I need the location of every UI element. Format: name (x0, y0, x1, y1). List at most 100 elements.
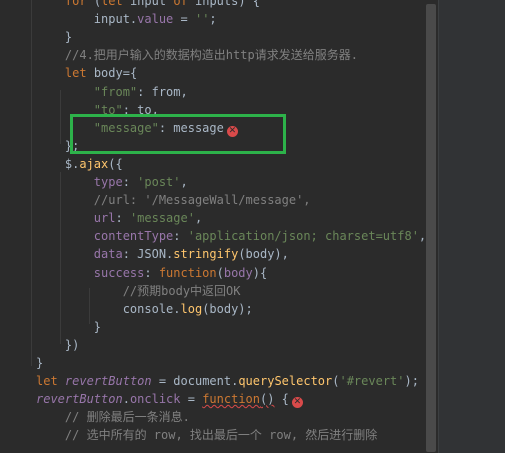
code-token: //预期body中返回OK (36, 284, 241, 298)
code-token: querySelector (238, 374, 333, 388)
code-token: type (93, 175, 123, 189)
code-token: 'message' (129, 211, 195, 225)
code-line[interactable]: //预期body中返回OK (36, 282, 241, 300)
code-token: "from" (93, 85, 138, 99)
code-token: = (173, 12, 195, 26)
code-line[interactable]: "from": from, (36, 83, 188, 101)
indent-guide (31, 0, 32, 366)
code-token: (body), (238, 247, 289, 261)
side-panel (438, 0, 505, 453)
code-token: = (180, 392, 203, 406)
code-token: data (93, 247, 123, 261)
code-token: body={ (86, 66, 138, 80)
code-token: ; (209, 12, 217, 26)
code-token: : (144, 266, 159, 280)
code-line[interactable]: // 选中所有的 row, 找出最后一个 row, 然后进行删除 (36, 426, 377, 444)
code-token: } (36, 356, 44, 370)
code-token: url (93, 211, 116, 225)
code-token: ){ (252, 266, 268, 280)
code-line[interactable]: } (36, 28, 72, 46)
code-line[interactable]: url: 'message', (36, 209, 202, 227)
code-token: ( (216, 266, 224, 280)
code-token: revertButton (36, 392, 123, 406)
code-token: , (180, 175, 188, 189)
code-line[interactable]: console.log(body); (36, 300, 253, 318)
code-token: let (36, 374, 58, 388)
code-line[interactable]: contentType: 'application/json; charset=… (36, 227, 424, 245)
code-token: //url: '/MessageWall/message', (36, 193, 311, 207)
code-token: ( (86, 0, 102, 8)
code-token: //4.把用户输入的数据构造出http请求发送给服务器. (36, 48, 358, 62)
code-token: . (122, 392, 130, 406)
code-line[interactable]: } (36, 318, 101, 336)
code-token: inputs) { (187, 0, 261, 8)
code-token: success (93, 266, 145, 280)
code-line[interactable]: //url: '/MessageWall/message', (36, 191, 311, 209)
code-token: onclick (129, 392, 181, 406)
code-token: 'post' (137, 175, 181, 189)
code-token: console. (36, 302, 181, 316)
code-line[interactable]: input.value = ''; (36, 10, 217, 28)
code-token: : from, (137, 85, 188, 99)
code-editor[interactable]: for (let input of inputs) { input.value … (0, 0, 424, 453)
code-line[interactable]: //4.把用户输入的数据构造出http请求发送给服务器. (36, 46, 358, 64)
code-line[interactable]: }) (36, 336, 79, 354)
error-icon[interactable]: ✕ (291, 397, 303, 408)
code-line[interactable]: let revertButton = document.querySelecto… (36, 372, 419, 390)
code-token: for (64, 0, 87, 8)
code-line[interactable]: } (36, 354, 43, 372)
code-token: () (260, 392, 275, 406)
code-token: of (173, 0, 188, 8)
code-line[interactable]: revertButton.onclick = function() {✕ (36, 390, 303, 408)
code-token: let (101, 0, 123, 8)
code-line[interactable]: type: 'post', (36, 173, 188, 191)
scroll-thumb[interactable] (426, 4, 436, 452)
code-token: ajax (79, 157, 109, 171)
code-token: // 删除最后一条消息. (36, 410, 190, 424)
code-token: } (36, 30, 73, 44)
code-token: input. (36, 12, 138, 26)
code-line[interactable]: success: function(body){ (36, 264, 267, 282)
code-token: ({ (108, 157, 123, 171)
code-token: value (137, 12, 174, 26)
code-token: } (36, 320, 102, 334)
code-line[interactable]: // 删除最后一条消息. (36, 408, 190, 426)
code-token: let (64, 66, 87, 80)
code-token: : (173, 229, 188, 243)
code-token: (body); (202, 302, 253, 316)
code-token: = document. (151, 374, 239, 388)
code-line[interactable]: data: JSON.stringify(body), (36, 245, 289, 263)
code-line[interactable]: for (let input of inputs) { (36, 0, 260, 10)
code-token: : (115, 211, 130, 225)
code-token: stringify (173, 247, 239, 261)
code-token: 'application/json; charset=utf8' (187, 229, 419, 243)
code-token: // 选中所有的 row, 找出最后一个 row, 然后进行删除 (36, 428, 378, 442)
code-token: revertButton (64, 374, 152, 388)
highlight-annotation-box (70, 114, 286, 154)
code-token: { (274, 392, 289, 406)
code-line[interactable]: $.ajax({ (36, 155, 123, 173)
code-token: '' (194, 12, 210, 26)
code-token: ); (404, 374, 419, 388)
code-token: log (180, 302, 203, 316)
code-token: '#revert' (339, 374, 405, 388)
code-token: contentType (93, 229, 174, 243)
code-token: }) (36, 338, 80, 352)
code-token: , (194, 211, 203, 225)
code-token: $. (36, 157, 80, 171)
vertical-scrollbar[interactable] (424, 0, 438, 453)
code-token: : (122, 175, 138, 189)
code-line[interactable]: let body={ (36, 64, 137, 82)
code-token: function (158, 266, 217, 280)
code-token: input (122, 0, 174, 8)
code-token: body (223, 266, 253, 280)
